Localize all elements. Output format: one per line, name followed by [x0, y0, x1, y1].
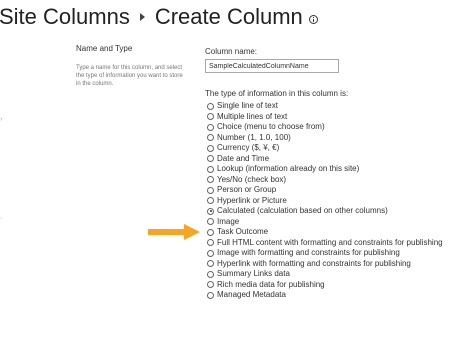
type-option-5[interactable]: Currency ($, ¥, €) — [207, 143, 443, 154]
type-option-15[interactable]: Image with formatting and constraints fo… — [207, 248, 443, 259]
radio-unchecked-icon[interactable] — [207, 144, 214, 152]
column-name-input[interactable] — [205, 59, 339, 73]
info-icon[interactable] — [308, 14, 318, 24]
type-option-label: Rich media data for publishing — [217, 279, 325, 289]
type-option-label: Date and Time — [217, 153, 270, 163]
type-option-label: Hyperlink or Picture — [217, 195, 287, 205]
radio-unchecked-icon[interactable] — [207, 228, 214, 236]
left-edge-chevron-icon: › — [0, 116, 3, 123]
radio-unchecked-icon[interactable] — [207, 155, 214, 163]
radio-unchecked-icon[interactable] — [207, 134, 214, 142]
radio-unchecked-icon[interactable] — [207, 218, 214, 226]
type-option-label: Choice (menu to choose from) — [217, 122, 325, 132]
type-option-label: Task Outcome — [217, 227, 269, 237]
page-header: Site Columns Create Column — [0, 0, 318, 34]
type-option-2[interactable]: Multiple lines of text — [207, 112, 443, 123]
breadcrumb-site-columns[interactable]: Site Columns — [0, 0, 130, 34]
type-option-17[interactable]: Summary Links data — [207, 269, 443, 280]
radio-checked-icon[interactable] — [207, 207, 214, 215]
type-question-label: The type of information in this column i… — [205, 89, 349, 98]
type-option-1[interactable]: Single line of text — [207, 101, 443, 112]
radio-unchecked-icon[interactable] — [207, 123, 214, 131]
left-edge-mark-icon: · — [0, 215, 3, 222]
type-option-6[interactable]: Date and Time — [207, 154, 443, 165]
radio-unchecked-icon[interactable] — [207, 291, 214, 299]
type-option-10[interactable]: Hyperlink or Picture — [207, 196, 443, 207]
highlight-arrow-icon — [148, 224, 200, 240]
radio-unchecked-icon[interactable] — [207, 176, 214, 184]
type-option-label: Managed Metadata — [217, 290, 286, 300]
type-option-label: Single line of text — [217, 101, 278, 111]
type-option-12[interactable]: Image — [207, 217, 443, 228]
type-option-7[interactable]: Lookup (information already on this site… — [207, 164, 443, 175]
column-type-radio-group: Single line of text Multiple lines of tex… — [207, 101, 443, 301]
type-option-13[interactable]: Task Outcome — [207, 227, 443, 238]
type-option-label: Hyperlink with formatting and constraint… — [217, 258, 411, 268]
section-title: Name and Type — [76, 44, 133, 53]
type-option-3[interactable]: Choice (menu to choose from) — [207, 122, 443, 133]
type-option-label: Lookup (information already on this site… — [217, 164, 360, 174]
type-option-16[interactable]: Hyperlink with formatting and constraint… — [207, 259, 443, 270]
type-option-19[interactable]: Managed Metadata — [207, 290, 443, 301]
section-description: Type a name for this column, and select … — [76, 65, 183, 87]
type-option-4[interactable]: Number (1, 1.0, 100) — [207, 133, 443, 144]
radio-unchecked-icon[interactable] — [207, 186, 214, 194]
name-and-type-fields: Column name: The type of information in … — [205, 47, 465, 299]
radio-unchecked-icon[interactable] — [207, 165, 214, 173]
type-option-label: Image — [217, 216, 240, 226]
radio-unchecked-icon[interactable] — [207, 249, 214, 257]
type-option-label: Person or Group — [217, 185, 277, 195]
radio-unchecked-icon[interactable] — [207, 197, 214, 205]
column-name-label: Column name: — [205, 47, 258, 56]
radio-unchecked-icon[interactable] — [207, 239, 214, 247]
type-option-label: Number (1, 1.0, 100) — [217, 132, 291, 142]
type-option-label: Summary Links data — [217, 269, 290, 279]
radio-unchecked-icon[interactable] — [207, 102, 214, 110]
type-option-9[interactable]: Person or Group — [207, 185, 443, 196]
breadcrumb-separator-icon — [139, 13, 145, 21]
radio-unchecked-icon[interactable] — [207, 260, 214, 268]
radio-unchecked-icon[interactable] — [207, 270, 214, 278]
type-option-label: Multiple lines of text — [217, 111, 288, 121]
type-option-label: Image with formatting and constraints fo… — [217, 248, 400, 258]
type-option-label: Full HTML content with formatting and co… — [217, 237, 443, 247]
radio-unchecked-icon[interactable] — [207, 113, 214, 121]
type-option-label: Calculated (calculation based on other c… — [217, 206, 388, 216]
name-and-type-section-info: Name and Type Type a name for this colum… — [76, 44, 194, 88]
type-option-18[interactable]: Rich media data for publishing — [207, 280, 443, 291]
radio-unchecked-icon[interactable] — [207, 281, 214, 289]
type-option-8[interactable]: Yes/No (check box) — [207, 175, 443, 186]
type-option-label: Yes/No (check box) — [217, 174, 287, 184]
type-option-14[interactable]: Full HTML content with formatting and co… — [207, 238, 443, 249]
type-option-11[interactable]: Calculated (calculation based on other c… — [207, 206, 443, 217]
page-title: Create Column — [154, 4, 303, 29]
type-option-label: Currency ($, ¥, €) — [217, 143, 280, 153]
